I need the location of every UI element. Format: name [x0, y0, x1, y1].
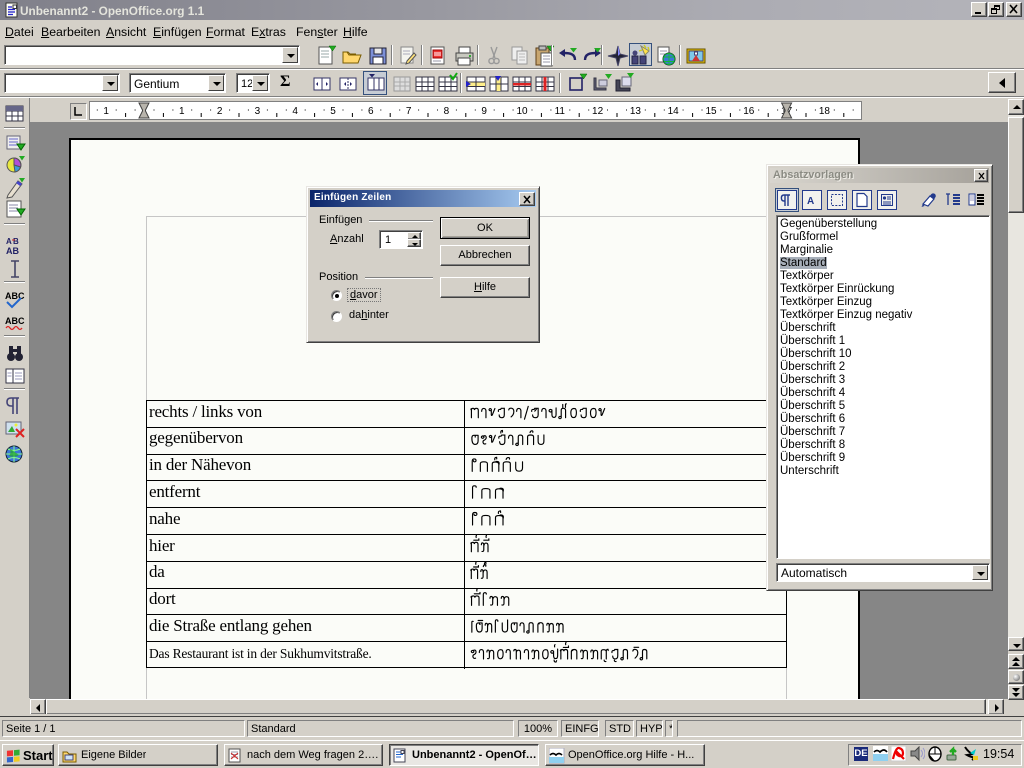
svg-text:16: 16 [743, 106, 755, 117]
svg-text:12: 12 [592, 106, 604, 117]
svg-text:A: A [807, 196, 814, 207]
svg-text:9: 9 [481, 106, 487, 117]
svg-text:2: 2 [217, 106, 223, 117]
svg-text:A: A [6, 237, 12, 246]
svg-text:ABC: ABC [5, 316, 25, 326]
svg-text:5: 5 [330, 106, 336, 117]
svg-text:AB: AB [6, 246, 19, 256]
svg-text:14: 14 [668, 106, 680, 117]
svg-text:8: 8 [444, 106, 450, 117]
svg-text:6: 6 [368, 106, 374, 117]
svg-text:ABC: ABC [5, 291, 25, 301]
svg-text:15: 15 [705, 106, 717, 117]
svg-text:4: 4 [292, 106, 298, 117]
svg-text:1: 1 [179, 106, 185, 117]
svg-text:1: 1 [103, 106, 109, 117]
svg-text:13: 13 [630, 106, 642, 117]
svg-text:3: 3 [255, 106, 261, 117]
svg-text:18: 18 [819, 106, 831, 117]
svg-text:B: B [13, 237, 19, 246]
svg-text:10: 10 [516, 106, 528, 117]
svg-text:11: 11 [555, 106, 566, 117]
svg-text:7: 7 [406, 106, 412, 117]
